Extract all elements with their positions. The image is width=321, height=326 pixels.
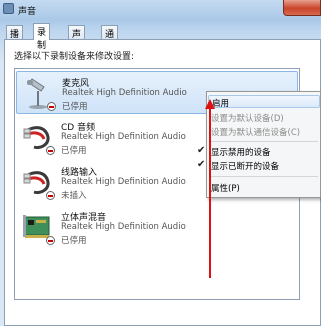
device-description: Realtek High Definition Audio <box>61 132 186 142</box>
menu-item-label: 显示禁用的设备 <box>211 148 271 158</box>
menu-divider <box>210 141 318 142</box>
menu-item-label: 设置为默认设备(D) <box>211 114 284 124</box>
device-description: Realtek High Definition Audio <box>61 177 186 187</box>
unplugged-status-icon <box>46 191 55 200</box>
disabled-status-icon <box>46 146 55 155</box>
device-status: 已停用 <box>61 236 87 246</box>
menu-item-set-default-comm: 设置为默认通信设备(C) <box>208 125 320 138</box>
tab-playback[interactable]: 播放 <box>6 25 24 53</box>
checkmark-icon: ✔ <box>197 159 206 170</box>
checkmark-icon: ✔ <box>197 145 206 156</box>
menu-item-label: 显示已断开的设备 <box>211 162 280 172</box>
menu-item-properties[interactable]: 属性(P) <box>208 181 320 194</box>
device-status: 未插入 <box>61 191 87 201</box>
window-title: 声音 <box>18 7 37 17</box>
menu-item-show-disabled[interactable]: ✔ 显示禁用的设备 <box>197 145 320 158</box>
menu-item-label: 设置为默认通信设备(C) <box>211 128 301 138</box>
context-menu: 启用 设置为默认设备(D) 设置为默认通信设备(C) ✔ 显示禁用的设备 ✔ 显… <box>197 91 321 198</box>
tab-communications[interactable]: 通信 <box>101 25 119 53</box>
instruction-text: 选择以下录制设备来修改设置: <box>14 52 135 62</box>
device-description: Realtek High Definition Audio <box>61 222 186 232</box>
tab-recording[interactable]: 录制 <box>33 23 51 51</box>
annotation-arrow-line <box>209 108 211 278</box>
close-button[interactable] <box>283 0 321 16</box>
disabled-status-icon <box>46 236 55 245</box>
speaker-icon <box>3 3 14 14</box>
menu-item-label: 属性(P) <box>211 184 240 194</box>
menu-item-enable[interactable]: 启用 <box>208 95 320 109</box>
menu-item-show-disconnected[interactable]: ✔ 显示已断开的设备 <box>197 159 320 172</box>
tab-sounds[interactable]: 声音 <box>68 25 86 53</box>
menu-divider <box>210 176 318 177</box>
menu-item-set-default: 设置为默认设备(D) <box>208 111 320 124</box>
device-status: 已停用 <box>62 102 88 112</box>
list-item-stereo-mix[interactable]: 立体声混音 Realtek High Definition Audio 已停用 <box>16 206 298 249</box>
disabled-status-icon <box>47 102 56 111</box>
sound-dialog: 声音 播放 录制 声音 通信 选择以下录制设备来修改设置: 麦克风 Realte… <box>0 0 321 326</box>
device-status: 已停用 <box>61 146 87 156</box>
device-description: Realtek High Definition Audio <box>62 88 187 98</box>
title-bar[interactable]: 声音 <box>0 0 321 20</box>
